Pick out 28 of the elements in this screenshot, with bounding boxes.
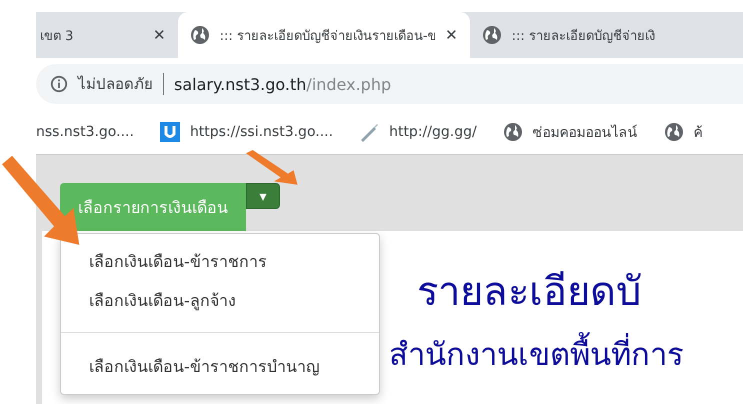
browser-tab[interactable]: เขต 3 ✕ xyxy=(36,12,178,58)
menu-item[interactable]: เลือกเงินเดือน-ข้าราชการบำนาญ xyxy=(61,347,379,386)
browser-tab[interactable]: ::: รายละเอียดบัญชีจ่ายเงินรายเดือน-ข ✕ xyxy=(178,12,470,58)
info-icon xyxy=(50,75,68,93)
dropdown-toggle[interactable]: ▾ xyxy=(246,183,280,209)
browser-tab[interactable]: ::: รายละเอียดบัญชีจ่ายเงิ xyxy=(470,12,743,58)
app-icon xyxy=(160,122,180,142)
tab-title: เขต 3 xyxy=(40,28,74,46)
page-subheading: สำนักงานเขตพื้นที่การ xyxy=(389,329,743,379)
globe-icon xyxy=(502,122,523,142)
menu-item[interactable]: เลือกเงินเดือน-ลูกจ้าง xyxy=(61,281,379,320)
globe-icon xyxy=(482,25,502,45)
security-label: ไม่ปลอดภัย xyxy=(78,74,153,95)
globe-icon xyxy=(664,122,684,142)
bookmark[interactable]: nss.nst3.go.... xyxy=(36,124,134,140)
url-text: salary.nst3.go.th/index.php xyxy=(174,74,392,94)
bookmark[interactable]: http://gg.gg/ xyxy=(359,122,477,142)
tab-title: ::: รายละเอียดบัญชีจ่ายเงิ xyxy=(512,28,656,46)
tab-title: ::: รายละเอียดบัญชีจ่ายเงินรายเดือน-ข xyxy=(220,28,436,46)
menu-item[interactable]: เลือกเงินเดือน-ข้าราชการ xyxy=(61,242,379,281)
bookmark[interactable]: ซ่อมคอมออนไลน์ xyxy=(502,121,638,143)
bookmark[interactable]: https://ssi.nst3.go.... xyxy=(160,122,334,142)
address-bar[interactable]: ไม่ปลอดภัย salary.nst3.go.th/index.php xyxy=(36,64,743,104)
bookmark[interactable]: ค้ xyxy=(664,121,703,143)
close-icon[interactable]: ✕ xyxy=(445,26,458,44)
globe-icon xyxy=(190,25,210,45)
close-icon[interactable]: ✕ xyxy=(153,26,166,44)
page-heading: รายละเอียดบั xyxy=(417,268,642,317)
